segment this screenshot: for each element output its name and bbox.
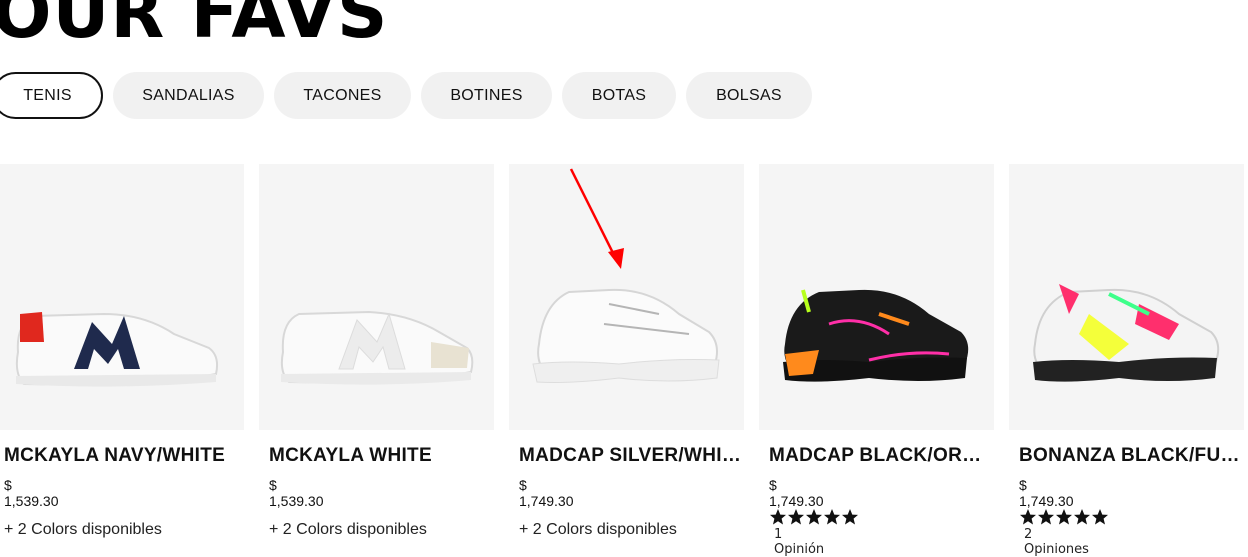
review-count[interactable]: 2 Opiniones bbox=[1024, 527, 1089, 557]
tab-bolsas[interactable]: BOLSAS bbox=[686, 72, 812, 119]
product-price: $ 1,539.30 bbox=[269, 477, 324, 509]
product-price: $ 1,749.30 bbox=[769, 477, 824, 509]
product-image[interactable] bbox=[759, 164, 994, 430]
rating-stars bbox=[769, 508, 859, 526]
product-name[interactable]: MADCAP SILVER/WHITE bbox=[519, 445, 744, 467]
product-image[interactable] bbox=[0, 164, 244, 430]
tab-botines[interactable]: BOTINES bbox=[421, 72, 552, 119]
annotation-arrow-icon bbox=[569, 168, 624, 269]
review-count[interactable]: 1 Opinión bbox=[774, 527, 824, 557]
product-name[interactable]: MADCAP BLACK/ORANGE bbox=[769, 445, 994, 467]
section-heading: OUR FAVS bbox=[0, 0, 389, 54]
tab-botas[interactable]: BOTAS bbox=[562, 72, 676, 119]
tab-tenis[interactable]: TENIS bbox=[0, 72, 103, 119]
color-options-link[interactable]: + 2 Colors disponibles bbox=[519, 521, 677, 539]
rating-stars bbox=[1019, 508, 1109, 526]
product-price: $ 1,749.30 bbox=[519, 477, 574, 509]
tab-sandalias[interactable]: SANDALIAS bbox=[113, 72, 264, 119]
product-name[interactable]: MCKAYLA WHITE bbox=[269, 445, 494, 467]
color-options-link[interactable]: + 2 Colors disponibles bbox=[269, 521, 427, 539]
product-image[interactable] bbox=[259, 164, 494, 430]
product-name[interactable]: BONANZA BLACK/FUCHSIA bbox=[1019, 445, 1244, 467]
tab-tacones[interactable]: TACONES bbox=[274, 72, 411, 119]
product-image[interactable] bbox=[1009, 164, 1244, 430]
product-name[interactable]: MCKAYLA NAVY/WHITE bbox=[4, 445, 229, 467]
product-price: $ 1,539.30 bbox=[4, 477, 59, 509]
color-options-link[interactable]: + 2 Colors disponibles bbox=[4, 521, 162, 539]
product-price: $ 1,749.30 bbox=[1019, 477, 1074, 509]
